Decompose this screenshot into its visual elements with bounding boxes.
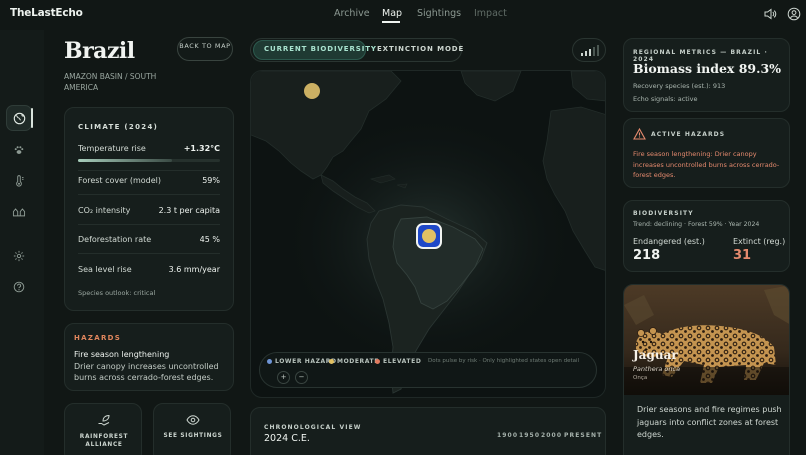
legend-dot-lower bbox=[267, 359, 272, 364]
temperature-bar-fill bbox=[78, 159, 172, 162]
hazards-card: HAZARDS Fire season lengthening Drier ca… bbox=[64, 323, 234, 391]
rail-active-indicator bbox=[31, 108, 33, 128]
climate-card: CLIMATE (2024) Temperature rise +1.32°C … bbox=[64, 107, 234, 311]
climate-row-label: Temperature rise bbox=[78, 144, 146, 153]
timeline-tick[interactable]: PRESENT bbox=[564, 432, 602, 439]
active-hazards-card: ACTIVE HAZARDS Fire season lengthening: … bbox=[623, 118, 790, 188]
climate-row-label: CO₂ intensity bbox=[78, 206, 131, 215]
legend-moderate: MODERATE bbox=[337, 358, 379, 365]
see-sightings-card[interactable]: SEE SIGHTINGS bbox=[153, 403, 231, 455]
active-hazards-text: Fire season lengthening: Drier canopy in… bbox=[633, 150, 780, 179]
biodiversity-card: BIODIVERSITY Trend: declining · Forest 5… bbox=[623, 200, 790, 272]
eye-icon bbox=[186, 415, 200, 425]
chronology-title: CHRONOLOGICAL VIEW bbox=[264, 424, 362, 431]
climate-row-label: Deforestation rate bbox=[78, 235, 152, 244]
climate-row-label: Sea level rise bbox=[78, 265, 132, 274]
see-sightings-label: SEE SIGHTINGS bbox=[163, 433, 223, 439]
chronology-current: 2024 C.E. bbox=[264, 433, 310, 444]
mode-extinction[interactable]: EXTINCTION MODE bbox=[377, 45, 464, 53]
divider bbox=[78, 224, 220, 225]
rail-globe-button[interactable] bbox=[6, 105, 32, 131]
nav-impact[interactable]: Impact bbox=[474, 8, 507, 19]
climate-row-value: 3.6 mm/year bbox=[168, 265, 220, 274]
warning-icon bbox=[633, 128, 646, 140]
timeline-tick[interactable]: 2000 bbox=[541, 432, 562, 439]
active-hazards-title: ACTIVE HAZARDS bbox=[651, 131, 726, 138]
rail-thermometer-button[interactable] bbox=[6, 168, 32, 194]
country-region: AMAZON BASIN / SOUTH AMERICA bbox=[64, 72, 157, 92]
species-card[interactable]: Jaguar Panthera onca Onça Drier seasons … bbox=[623, 284, 790, 455]
globe-icon bbox=[13, 112, 25, 124]
legend-dot-moderate bbox=[329, 359, 334, 364]
user-icon[interactable] bbox=[787, 7, 801, 21]
help-icon bbox=[13, 281, 25, 293]
paw-icon bbox=[14, 146, 24, 154]
app-logo[interactable]: TheLastEcho bbox=[10, 7, 83, 19]
temperature-bar-track bbox=[78, 159, 220, 162]
rainforest-alliance-card[interactable]: RAINFOREST ALLIANCE bbox=[64, 403, 142, 455]
world-map[interactable] bbox=[250, 70, 606, 398]
species-latin-name: Panthera onca bbox=[633, 365, 681, 373]
recovery-species: Recovery species (est.): 913 bbox=[633, 82, 726, 90]
signal-icon bbox=[581, 45, 599, 56]
zoom-in-button[interactable]: + bbox=[277, 371, 290, 384]
rail-settings-button[interactable] bbox=[6, 243, 32, 269]
leaf-hand-icon bbox=[98, 414, 110, 426]
map-marker-brazil[interactable] bbox=[416, 223, 442, 249]
country-title: Brazil bbox=[64, 38, 135, 64]
nav-sightings[interactable]: Sightings bbox=[417, 8, 461, 19]
map-marker-brazil-core bbox=[422, 229, 436, 243]
extinct-label: Extinct (reg.) bbox=[733, 237, 786, 246]
thermometer-icon bbox=[16, 175, 24, 187]
endangered-label: Endangered (est.) bbox=[633, 237, 705, 246]
speaker-icon[interactable] bbox=[763, 7, 777, 21]
settings-icon bbox=[13, 250, 25, 262]
map-marker-moderate[interactable] bbox=[304, 83, 320, 99]
climate-title: CLIMATE (2024) bbox=[78, 123, 159, 131]
species-local-name: Onça bbox=[633, 375, 648, 381]
chronology-card: CHRONOLOGICAL VIEW 2024 C.E. 1900 1950 2… bbox=[250, 407, 606, 455]
biodiversity-title: BIODIVERSITY bbox=[633, 210, 694, 217]
signal-button[interactable] bbox=[572, 38, 606, 62]
nav-active-underline bbox=[382, 21, 400, 23]
biomass-index: Biomass index 89.3% bbox=[633, 61, 782, 76]
climate-row-value: +1.32°C bbox=[183, 144, 220, 153]
hazard-headline: Fire season lengthening bbox=[74, 350, 170, 359]
climate-row-value: 2.3 t per capita bbox=[158, 206, 220, 215]
extinct-value: 31 bbox=[733, 248, 752, 263]
divider bbox=[78, 253, 220, 254]
timeline-tick[interactable]: 1950 bbox=[519, 432, 540, 439]
divider bbox=[78, 194, 220, 195]
rail-help-button[interactable] bbox=[6, 274, 32, 300]
endangered-value: 218 bbox=[633, 248, 661, 263]
zoom-out-button[interactable]: − bbox=[295, 371, 308, 384]
hazards-title: HAZARDS bbox=[74, 334, 122, 342]
climate-row-value: 45 % bbox=[199, 235, 220, 244]
hazard-text: Drier canopy increases uncontrolled burn… bbox=[74, 362, 219, 382]
legend-note: Dots pulse by risk · Only highlighted st… bbox=[428, 358, 580, 364]
rail-paw-button[interactable] bbox=[6, 137, 32, 163]
legend-dot-elevated bbox=[375, 359, 380, 364]
timeline-tick[interactable]: 1900 bbox=[497, 432, 518, 439]
jaguar-image bbox=[624, 285, 789, 395]
legend-lower-hazard: LOWER HAZARD bbox=[275, 358, 337, 365]
nav-map[interactable]: Map bbox=[382, 8, 402, 19]
climate-row-label: Forest cover (model) bbox=[78, 176, 162, 185]
echo-signals: Echo signals: active bbox=[633, 95, 698, 103]
divider bbox=[78, 170, 220, 171]
climate-row-value: 59% bbox=[202, 176, 220, 185]
biodiversity-trend: Trend: declining · Forest 59% · Year 202… bbox=[633, 221, 760, 228]
regional-metrics-card: REGIONAL METRICS — BRAZIL · 2024 Biomass… bbox=[623, 38, 790, 112]
species-name: Jaguar bbox=[633, 348, 678, 362]
back-to-map-button[interactable]: BACK TO MAP bbox=[177, 37, 233, 61]
species-outlook: Species outlook: critical bbox=[78, 289, 156, 297]
species-description: Drier seasons and fire regimes push jagu… bbox=[637, 405, 782, 439]
legend-elevated: ELEVATED bbox=[383, 358, 422, 365]
rail-animals-button[interactable] bbox=[6, 199, 32, 225]
animals-icon bbox=[12, 208, 26, 217]
nav-archive[interactable]: Archive bbox=[334, 8, 370, 19]
mode-current-biodiversity[interactable]: CURRENT BIODIVERSITY bbox=[264, 45, 377, 53]
rainforest-alliance-label: RAINFOREST ALLIANCE bbox=[79, 434, 129, 448]
